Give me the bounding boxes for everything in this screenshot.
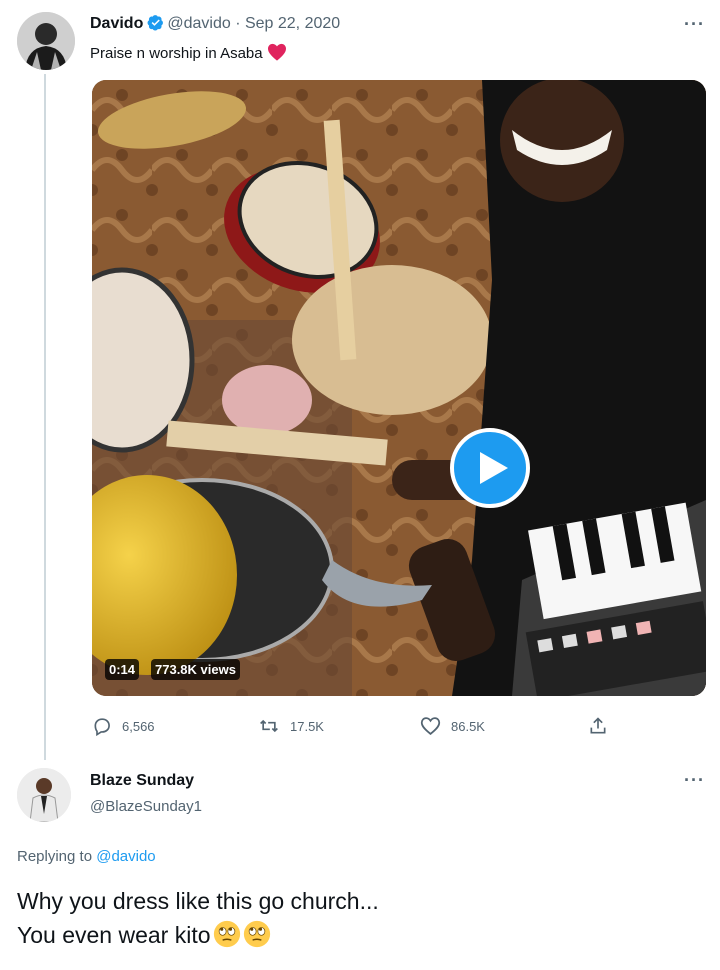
share-action[interactable] [588,712,608,740]
reply-action[interactable]: 6,566 [92,712,155,740]
video-views: 773.8K views [151,659,240,680]
replying-to: Replying to @davido [17,848,156,865]
retweet-count: 17.5K [290,718,324,734]
reply-line-2: You even wear kito [17,922,211,948]
tweet-text: Praise n worship in Asaba [90,45,263,62]
reply-author-name[interactable]: Blaze Sunday [90,772,194,790]
reply-avatar[interactable] [17,768,71,822]
reply-author-handle[interactable]: @BlazeSunday1 [90,798,202,815]
eye-roll-emoji-icon [243,920,270,948]
play-icon[interactable] [450,428,530,508]
author-handle[interactable]: @davido [167,15,230,32]
replying-handle-link[interactable]: @davido [96,848,155,865]
share-icon [590,717,606,734]
reply-text: Why you dress like this go church... You… [17,884,379,952]
eye-roll-emoji-icon [213,920,240,948]
like-action[interactable]: 86.5K [420,712,485,740]
more-icon[interactable]: ··· [684,14,705,35]
thread-line [44,74,46,760]
reply-line-1: Why you dress like this go church... [17,888,379,914]
reply-count: 6,566 [122,718,155,734]
like-icon [420,717,441,735]
reply-icon [94,718,110,736]
retweet-action[interactable]: 17.5K [258,712,324,740]
heart-emoji-icon [267,43,286,61]
video-frame [92,80,706,696]
retweet-icon [260,719,278,733]
author-name[interactable]: Davido [90,15,143,32]
replying-prefix: Replying to [17,848,93,865]
avatar[interactable] [17,12,75,70]
video-duration: 0:14 [105,659,140,680]
tweet-date[interactable]: Sep 22, 2020 [245,15,340,32]
separator: · [235,15,241,32]
verified-icon [147,15,164,31]
reply-more-icon[interactable]: ··· [684,770,705,791]
video-player[interactable]: 0:14 773.8K views [92,80,706,696]
like-count: 86.5K [451,718,485,734]
